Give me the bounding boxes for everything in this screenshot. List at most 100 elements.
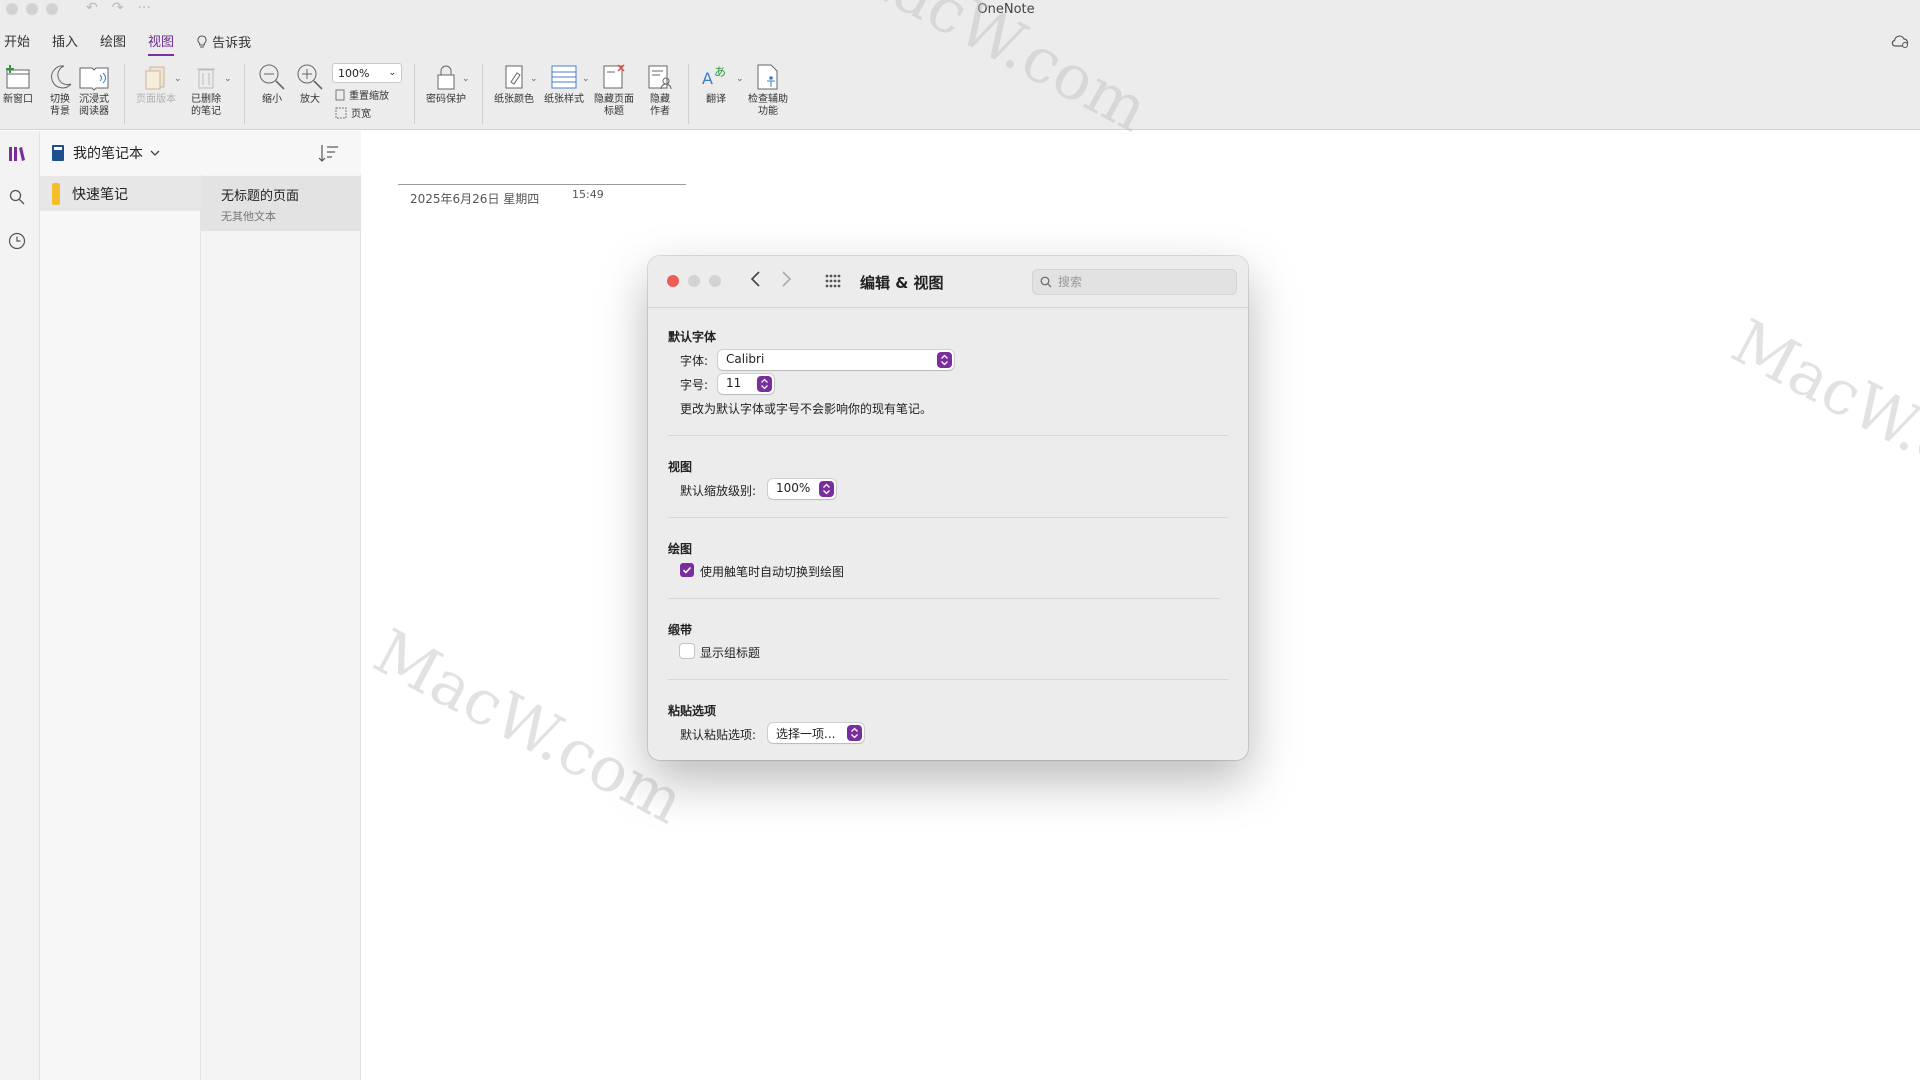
show-group-titles-label[interactable]: 显示组标题 (700, 644, 760, 661)
dialog-search-input[interactable] (1058, 275, 1228, 289)
paper-color-label: 纸张颜色 (494, 94, 534, 105)
search-icon (1040, 276, 1052, 288)
dialog-window-controls (667, 275, 721, 287)
search-nav-button[interactable] (6, 186, 28, 208)
auto-switch-drawing-checkbox[interactable] (680, 563, 694, 577)
page-date: 2025年6月26日 星期四 (410, 192, 540, 206)
svg-text:A: A (702, 69, 713, 88)
watermark: MacW.com (362, 614, 696, 839)
chevron-down-icon (150, 150, 160, 156)
section-divider (668, 517, 1228, 518)
zoom-in-icon (297, 64, 323, 90)
cloud-sync-icon[interactable] (1890, 34, 1910, 50)
notebook-name: 我的笔记本 (73, 146, 143, 162)
page-versions-button[interactable]: 页面版本 (136, 60, 176, 106)
ribbon-separator (124, 64, 125, 124)
hide-page-title-button[interactable]: 隐藏页面 标题 (594, 60, 634, 118)
reset-zoom-button[interactable]: 重置缩放 (335, 87, 389, 102)
ribbon-separator (688, 64, 689, 124)
tab-draw[interactable]: 绘图 (100, 31, 126, 56)
zoom-level-select[interactable]: 100% ⌄ (332, 63, 402, 83)
paste-options-heading: 粘贴选项 (668, 704, 717, 718)
sections-pane (40, 131, 201, 1080)
new-window-button[interactable]: 新窗口 (2, 60, 34, 106)
section-divider (668, 679, 1228, 680)
translate-dropdown-icon[interactable]: ⌄ (736, 74, 744, 84)
dialog-close-button[interactable] (667, 275, 679, 287)
switch-bg-label-2: 背景 (50, 106, 70, 117)
pages-pane (201, 131, 361, 1080)
ribbon-separator (482, 64, 483, 124)
paper-style-button[interactable]: 纸张样式 (544, 60, 584, 106)
page-width-button[interactable]: 页宽 (335, 105, 371, 120)
navigation-rail (0, 131, 40, 1080)
size-select[interactable]: 11 (718, 374, 774, 394)
size-label: 字号: (680, 378, 709, 392)
deleted-notes-button[interactable]: 已删除 的笔记 (190, 60, 222, 118)
page-title: 无标题的页面 (221, 189, 300, 204)
hide-title-icon (603, 64, 625, 89)
show-group-titles-checkbox[interactable] (680, 644, 694, 658)
section-item-quick-notes[interactable]: 快速笔记 (40, 176, 201, 211)
paper-color-button[interactable]: 纸张颜色 (494, 60, 534, 106)
paper-style-dropdown-icon[interactable]: ⌄ (582, 74, 590, 84)
tab-view[interactable]: 视图 (148, 31, 175, 56)
checkmark-icon (682, 566, 692, 574)
font-select[interactable]: Calibri (718, 350, 954, 370)
notebook-selector[interactable]: 我的笔记本 (50, 143, 160, 163)
accessibility-check-button[interactable]: 检查辅助 功能 (748, 60, 788, 118)
page-item[interactable]: 无标题的页面 无其他文本 (201, 176, 361, 231)
show-all-grid-icon[interactable] (824, 273, 842, 289)
password-protection-button[interactable]: 密码保护 (426, 60, 466, 106)
tell-me-label: 告诉我 (212, 36, 252, 51)
notebooks-nav-button[interactable] (6, 143, 28, 165)
translate-icon: Aあ (702, 65, 726, 88)
hide-title-label-1: 隐藏页面 (594, 94, 634, 105)
tab-home[interactable]: 开始 (4, 31, 30, 56)
deleted-notes-label-2: 的笔记 (191, 106, 221, 117)
translate-label: 翻译 (706, 94, 726, 105)
forward-icon[interactable] (780, 270, 792, 288)
recent-nav-button[interactable] (6, 230, 28, 252)
deleted-notes-label-1: 已删除 (191, 94, 221, 105)
zoom-in-button[interactable]: 放大 (294, 60, 326, 106)
font-select-value: Calibri (726, 352, 765, 366)
default-zoom-select[interactable]: 100% (768, 479, 836, 499)
tell-me[interactable]: 告诉我 (196, 31, 251, 56)
auto-switch-drawing-label[interactable]: 使用触笔时自动切换到绘图 (700, 563, 844, 580)
sort-icon[interactable] (318, 143, 340, 163)
tab-insert[interactable]: 插入 (52, 31, 78, 56)
hide-author-label-2: 作者 (650, 106, 670, 117)
switch-bg-label-1: 切换 (50, 94, 70, 105)
watermark: MacW.com (1720, 304, 1920, 529)
default-paste-select[interactable]: 选择一项... (768, 723, 864, 743)
switch-background-button[interactable]: 切换 背景 (44, 60, 76, 118)
immersive-reader-button[interactable]: 沉浸式 阅读器 (78, 60, 110, 118)
ribbon-separator (244, 64, 245, 124)
dialog-zoom-button (709, 275, 721, 287)
accessibility-label-2: 功能 (758, 106, 778, 117)
section-divider (668, 435, 1228, 436)
new-window-label: 新窗口 (3, 94, 33, 105)
paper-style-label: 纸张样式 (544, 94, 584, 105)
hide-author-label-1: 隐藏 (650, 94, 670, 105)
lock-icon (437, 65, 455, 90)
ribbon-heading: 缎带 (668, 623, 693, 637)
moon-icon (51, 65, 72, 89)
ribbon-separator (414, 64, 415, 124)
font-label: 字体: (680, 354, 709, 368)
password-dropdown-icon[interactable]: ⌄ (462, 74, 470, 84)
page-title-field[interactable] (398, 184, 686, 185)
hide-title-label-2: 标题 (604, 106, 624, 117)
page-versions-dropdown-icon[interactable]: ⌄ (174, 74, 182, 84)
default-zoom-value: 100% (776, 481, 811, 495)
zoom-out-button[interactable]: 缩小 (256, 60, 288, 106)
ribbon: 新窗口 切换 背景 沉浸式 阅读器 页面版本 ⌄ 已删除 的笔记 ⌄ 缩小 放大… (0, 60, 1920, 126)
page-versions-icon (145, 66, 165, 90)
accessibility-icon (757, 64, 778, 90)
deleted-notes-dropdown-icon[interactable]: ⌄ (224, 74, 232, 84)
back-icon[interactable] (750, 270, 762, 288)
translate-button[interactable]: Aあ 翻译 (700, 60, 732, 106)
paper-color-dropdown-icon[interactable]: ⌄ (530, 74, 538, 84)
hide-author-button[interactable]: 隐藏 作者 (644, 60, 676, 118)
